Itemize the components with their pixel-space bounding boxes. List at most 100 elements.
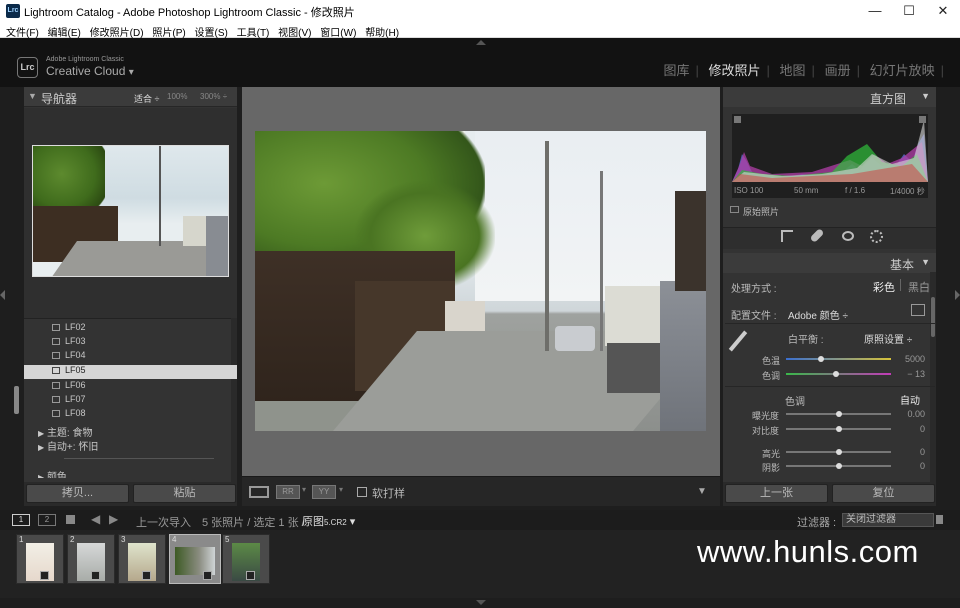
paste-settings-button[interactable]: 粘贴 — [133, 484, 236, 503]
left-panel-toggle-icon[interactable] — [0, 290, 5, 300]
exposure-slider[interactable] — [786, 411, 891, 417]
before-after-icon[interactable]: RR — [276, 485, 300, 499]
second-window-button[interactable]: 2 — [38, 514, 56, 526]
expand-triangle-icon[interactable]: ▶ — [38, 429, 44, 438]
copy-settings-button[interactable]: 拷贝... — [26, 484, 129, 503]
module-map[interactable]: 地图 — [780, 63, 806, 78]
navigator-thumbnail[interactable] — [32, 145, 229, 277]
maximize-icon[interactable]: ☐ — [892, 0, 926, 22]
expand-triangle-icon[interactable]: ▶ — [38, 443, 44, 452]
white-balance-value[interactable]: 原照设置 ÷ — [864, 331, 912, 346]
contrast-slider-knob[interactable] — [836, 426, 842, 432]
temp-slider-knob[interactable] — [818, 356, 824, 362]
crop-tool-icon[interactable] — [781, 230, 793, 242]
loupe-view-icon[interactable] — [249, 486, 269, 498]
before-after-split-icon[interactable]: YY — [312, 485, 336, 499]
tint-value[interactable]: − 13 — [895, 369, 925, 379]
tint-slider-knob[interactable] — [833, 371, 839, 377]
menu-edit[interactable]: 编辑(E) — [48, 22, 81, 39]
previous-button[interactable]: 上一张 — [725, 484, 828, 503]
profile-browser-icon[interactable] — [911, 304, 925, 316]
collapse-triangle-icon[interactable]: ▼ — [28, 91, 37, 101]
folder-item[interactable]: LF03 — [24, 336, 237, 350]
menu-settings[interactable]: 设置(S) — [194, 22, 227, 39]
collapse-triangle-icon[interactable]: ▼ — [921, 91, 930, 101]
folder-item[interactable]: LF06 — [24, 380, 237, 394]
red-eye-icon[interactable] — [842, 231, 854, 241]
menu-window[interactable]: 窗口(W) — [320, 22, 356, 39]
contrast-slider[interactable] — [786, 426, 891, 432]
exposure-slider-knob[interactable] — [836, 411, 842, 417]
brand-line2[interactable]: Creative Cloud ▾ — [46, 64, 134, 78]
highlight-clip-icon[interactable] — [919, 116, 926, 123]
tint-slider[interactable] — [786, 371, 891, 377]
shadows-slider[interactable] — [786, 463, 891, 469]
original-photo-checkbox[interactable] — [730, 206, 739, 213]
contrast-value[interactable]: 0 — [895, 424, 925, 434]
back-arrow-icon[interactable]: ◀ — [91, 512, 100, 526]
minimize-icon[interactable]: — — [858, 0, 892, 22]
temp-value[interactable]: 5000 — [895, 354, 925, 364]
collection-item[interactable]: ▶ 主题: 食物 — [24, 424, 237, 439]
shadows-slider-knob[interactable] — [836, 463, 842, 469]
mask-icon[interactable] — [870, 230, 883, 243]
menu-photo[interactable]: 照片(P) — [152, 22, 185, 39]
panel-bottom-toggle-icon[interactable] — [476, 600, 486, 605]
current-filename[interactable]: 原图5.CR2 ▾ — [302, 513, 355, 529]
shadows-value[interactable]: 0 — [895, 461, 925, 471]
right-panel-toggle-icon[interactable] — [955, 290, 960, 300]
folder-item[interactable]: LF04 — [24, 350, 237, 364]
collapse-triangle-icon[interactable]: ▼ — [921, 257, 930, 267]
split-dropdown-icon[interactable]: ▾ — [339, 485, 343, 494]
panel-top-toggle-icon[interactable] — [476, 40, 486, 45]
forward-arrow-icon[interactable]: ▶ — [109, 512, 118, 526]
filmstrip-thumb[interactable]: 3 — [118, 534, 166, 584]
temp-slider[interactable] — [786, 356, 891, 362]
highlights-slider[interactable] — [786, 449, 891, 455]
profile-value[interactable]: Adobe 颜色 ÷ — [788, 307, 848, 322]
folder-item[interactable]: LF02 — [24, 322, 237, 336]
folder-item[interactable]: LF08 — [24, 408, 237, 422]
menu-tools[interactable]: 工具(T) — [237, 22, 270, 39]
module-develop[interactable]: 修改照片 — [709, 63, 761, 78]
menu-help[interactable]: 帮助(H) — [365, 22, 399, 39]
toolbar-menu-icon[interactable]: ▼ — [697, 486, 707, 497]
filter-dropdown[interactable]: 关闭过滤器 — [842, 513, 934, 527]
shadow-clip-icon[interactable] — [734, 116, 741, 123]
soft-proof-checkbox[interactable] — [357, 487, 367, 497]
module-library[interactable]: 图库 — [663, 63, 689, 78]
zoom-300[interactable]: 300% ÷ — [200, 92, 227, 101]
filmstrip-source[interactable]: 上一次导入 — [136, 514, 191, 530]
exposure-value[interactable]: 0.00 — [895, 409, 925, 419]
collection-item[interactable]: ▶ 颜色 — [24, 468, 237, 478]
close-icon[interactable]: ✕ — [926, 0, 960, 22]
collection-item[interactable]: ▶ 自动+: 怀旧 — [24, 438, 237, 453]
folder-item[interactable]: LF07 — [24, 394, 237, 408]
module-book[interactable]: 画册 — [825, 63, 851, 78]
left-scrollbar[interactable] — [14, 386, 19, 414]
menu-view[interactable]: 视图(V) — [278, 22, 311, 39]
before-after-dropdown-icon[interactable]: ▾ — [302, 485, 306, 494]
highlights-value[interactable]: 0 — [895, 447, 925, 457]
filter-lock-icon[interactable] — [936, 515, 943, 524]
reset-button[interactable]: 复位 — [832, 484, 935, 503]
filmstrip-thumb[interactable]: 1 — [16, 534, 64, 584]
expand-triangle-icon[interactable]: ▶ — [38, 473, 44, 478]
menu-file[interactable]: 文件(F) — [6, 22, 39, 39]
auto-tone-button[interactable]: 自动 — [900, 392, 920, 407]
zoom-100[interactable]: 100% — [167, 92, 187, 101]
treatment-color[interactable]: 彩色 — [873, 279, 895, 295]
grid-view-icon[interactable] — [66, 515, 75, 524]
treatment-bw[interactable]: 黑白 — [908, 279, 930, 295]
filmstrip-thumb[interactable]: 2 — [67, 534, 115, 584]
folder-item-selected[interactable]: LF05 — [24, 365, 237, 379]
module-slideshow[interactable]: 幻灯片放映 — [870, 63, 935, 78]
menu-develop[interactable]: 修改照片(D) — [90, 22, 144, 39]
main-window-button[interactable]: 1 — [12, 514, 30, 526]
main-photo[interactable] — [255, 131, 706, 431]
filmstrip-thumb[interactable]: 5 — [222, 534, 270, 584]
zoom-fit[interactable]: 适合 ÷ — [134, 92, 159, 105]
highlights-slider-knob[interactable] — [836, 449, 842, 455]
filmstrip-thumb-selected[interactable]: 4 — [169, 534, 221, 584]
right-scrollbar[interactable] — [931, 297, 935, 337]
